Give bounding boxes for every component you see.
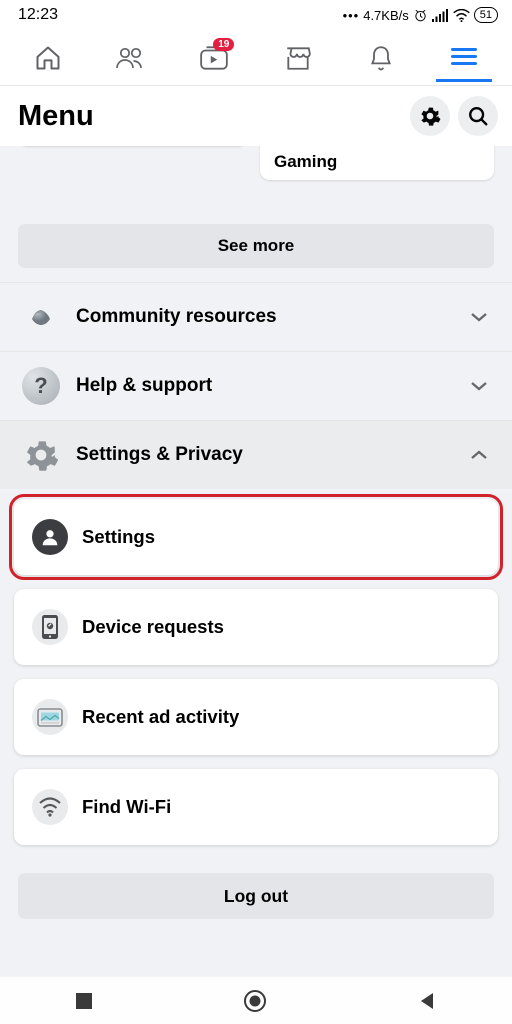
device-icon <box>32 609 68 645</box>
see-more-button[interactable]: See more <box>18 224 494 268</box>
subitem-settings[interactable]: Settings <box>14 499 498 575</box>
status-bar: 12:23 ••• 4.7KB/s 51 <box>0 0 512 30</box>
marketplace-icon <box>284 45 312 71</box>
device-label: Device requests <box>82 616 224 638</box>
subitem-find-wifi[interactable]: Find Wi-Fi <box>14 769 498 845</box>
wifi-icon <box>32 789 68 825</box>
header-settings-button[interactable] <box>410 96 450 136</box>
dots-icon: ••• <box>343 8 360 23</box>
signal-icon <box>432 9 449 22</box>
row-settings-privacy[interactable]: Settings & Privacy <box>0 421 512 489</box>
shortcut-gaming[interactable]: Gaming <box>260 146 494 180</box>
menu-content: Gaming See more Community resources ? He… <box>0 146 512 976</box>
watch-badge: 19 <box>213 38 234 51</box>
settings-privacy-label: Settings & Privacy <box>76 444 454 466</box>
row-help-support[interactable]: ? Help & support <box>0 352 512 420</box>
community-icon <box>22 298 60 336</box>
menu-icon <box>451 44 477 69</box>
community-label: Community resources <box>76 306 454 328</box>
status-right: ••• 4.7KB/s 51 <box>343 7 498 23</box>
wifi-icon <box>453 9 470 22</box>
row-community-resources[interactable]: Community resources <box>0 283 512 351</box>
status-battery: 51 <box>474 7 498 23</box>
status-net: 4.7KB/s <box>363 8 409 23</box>
subitem-device-requests[interactable]: Device requests <box>14 589 498 665</box>
tab-friends[interactable] <box>103 34 159 82</box>
nav-recent-icon[interactable] <box>75 992 93 1010</box>
settings-label: Settings <box>82 526 155 548</box>
alarm-icon <box>413 8 428 23</box>
gear-icon <box>419 105 441 127</box>
help-icon: ? <box>22 367 60 405</box>
tab-menu[interactable] <box>436 34 492 82</box>
tab-notifications[interactable] <box>353 34 409 82</box>
tab-marketplace[interactable] <box>270 34 326 82</box>
top-tabs: 19 <box>0 30 512 86</box>
help-label: Help & support <box>76 375 454 397</box>
page-title: Menu <box>18 100 94 133</box>
logout-button[interactable]: Log out <box>18 873 494 919</box>
android-navbar <box>0 976 512 1024</box>
see-more-label: See more <box>218 236 295 256</box>
shortcut-gaming-label: Gaming <box>274 152 337 171</box>
bell-icon <box>368 44 394 72</box>
nav-home-icon[interactable] <box>243 989 267 1013</box>
wifi-label: Find Wi-Fi <box>82 796 171 818</box>
header-search-button[interactable] <box>458 96 498 136</box>
friends-icon <box>116 45 146 71</box>
home-icon <box>34 44 62 72</box>
chevron-down-icon <box>470 311 488 323</box>
ad-activity-icon <box>32 699 68 735</box>
logout-label: Log out <box>224 886 288 907</box>
settings-privacy-icon <box>22 436 60 474</box>
tab-watch[interactable]: 19 <box>186 34 242 82</box>
search-icon <box>467 105 489 127</box>
settings-privacy-sublist: Settings Device requests Recent ad activ… <box>0 489 512 863</box>
status-time: 12:23 <box>18 6 58 24</box>
ad-activity-label: Recent ad activity <box>82 706 239 728</box>
chevron-down-icon <box>470 380 488 392</box>
chevron-up-icon <box>470 449 488 461</box>
subitem-recent-ad[interactable]: Recent ad activity <box>14 679 498 755</box>
tab-home[interactable] <box>20 34 76 82</box>
settings-person-icon <box>32 519 68 555</box>
nav-back-icon[interactable] <box>417 991 437 1011</box>
menu-header: Menu <box>0 86 512 146</box>
